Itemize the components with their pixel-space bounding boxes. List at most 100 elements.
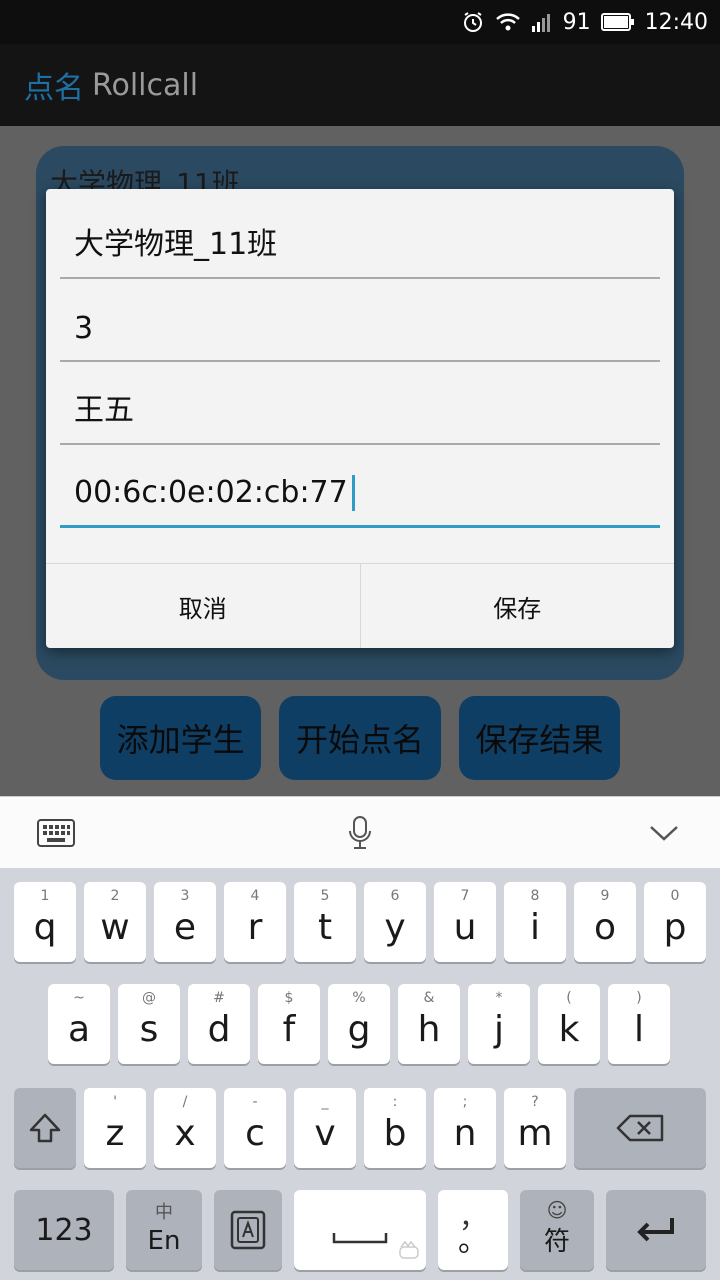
mac-address-field[interactable]: 00:6c:0e:02:cb:77 [60, 456, 660, 528]
student-name-field[interactable]: 王五 [60, 373, 660, 445]
cancel-button[interactable]: 取消 [46, 564, 360, 648]
symbols-key[interactable]: ☺ 符 [520, 1190, 594, 1270]
shift-key[interactable] [14, 1088, 76, 1168]
key-label: l [633, 1009, 644, 1050]
key-x[interactable]: / x [154, 1088, 216, 1168]
key-hint: 4 [250, 888, 260, 904]
microphone-icon[interactable] [340, 813, 380, 853]
status-bar: 91 12:40 [0, 0, 720, 44]
app-bar: 点名 Rollcall [0, 44, 720, 126]
key-hint: ; [462, 1094, 468, 1110]
save-results-button[interactable]: 保存结果 [458, 696, 620, 780]
wifi-icon [495, 11, 521, 33]
language-key[interactable]: 中 En [126, 1190, 202, 1270]
key-w[interactable]: 2w [84, 882, 146, 962]
key-h[interactable]: & h [398, 984, 460, 1064]
key-label: c [245, 1113, 265, 1154]
key-hint: # [213, 990, 225, 1006]
key-label: p [663, 907, 687, 948]
key-u[interactable]: 7u [434, 882, 496, 962]
punctuation-key[interactable]: ， 。 [438, 1190, 508, 1270]
key-g[interactable]: % g [328, 984, 390, 1064]
key-hint: @ [142, 990, 156, 1006]
key-label: t [317, 907, 333, 948]
key-label: r [247, 907, 263, 948]
key-i[interactable]: 8i [504, 882, 566, 962]
student-name-value: 王五 [74, 393, 134, 428]
numbers-key[interactable]: 123 [14, 1190, 114, 1270]
key-hint: ( [566, 990, 572, 1006]
dialog-buttons: 取消 保存 [46, 563, 674, 648]
key-hint: 1 [40, 888, 50, 904]
key-hint: _ [321, 1094, 329, 1110]
key-hint: 7 [460, 888, 470, 904]
student-number-field[interactable]: 3 [60, 290, 660, 362]
key-label: m [517, 1113, 553, 1154]
key-y[interactable]: 6y [364, 882, 426, 962]
key-f[interactable]: $ f [258, 984, 320, 1064]
battery-icon [600, 13, 635, 31]
key-label: j [493, 1009, 504, 1050]
key-m[interactable]: ? m [504, 1088, 566, 1168]
key-label: u [453, 907, 477, 948]
add-student-button[interactable]: 添加学生 [100, 696, 262, 780]
save-button[interactable]: 保存 [359, 564, 675, 648]
key-n[interactable]: ; n [434, 1088, 496, 1168]
backspace-key[interactable] [574, 1088, 706, 1168]
key-hint: 3 [180, 888, 190, 904]
mac-address-text: 00:6c:0e:02:cb:77 [74, 475, 355, 511]
space-key[interactable] [294, 1190, 426, 1270]
key-hint: * [495, 990, 503, 1006]
key-label: g [347, 1009, 371, 1050]
key-o[interactable]: 9o [574, 882, 636, 962]
enter-key[interactable] [606, 1190, 706, 1270]
key-d[interactable]: # d [188, 984, 250, 1064]
enter-icon [634, 1214, 678, 1250]
key-label: o [593, 907, 617, 948]
key-p[interactable]: 0p [644, 882, 706, 962]
key-q[interactable]: 1q [14, 882, 76, 962]
key-v[interactable]: _ v [294, 1088, 356, 1168]
key-label: h [417, 1009, 441, 1050]
key-label: k [558, 1009, 580, 1050]
key-t[interactable]: 5t [294, 882, 356, 962]
class-name-field[interactable]: 大学物理_11班 [60, 207, 660, 279]
key-hint: & [423, 990, 435, 1006]
key-j[interactable]: * j [468, 984, 530, 1064]
key-k[interactable]: (k [538, 984, 600, 1064]
key-l[interactable]: ) l [608, 984, 670, 1064]
signal-icon [531, 12, 553, 32]
input-mode-key[interactable] [214, 1190, 282, 1270]
key-s[interactable]: @ s [118, 984, 180, 1064]
key-label: z [105, 1113, 125, 1154]
key-label: 123 [35, 1213, 93, 1248]
chevron-down-icon[interactable] [644, 813, 684, 853]
key-c[interactable]: -c [224, 1088, 286, 1168]
key-e[interactable]: 3e [154, 882, 216, 962]
keyboard-toolbar [0, 796, 720, 868]
key-hint: 9 [600, 888, 610, 904]
battery-level: 91 [562, 9, 591, 35]
key-hint: $ [284, 990, 294, 1006]
key-hint: 2 [110, 888, 120, 904]
key-hint: ) [636, 990, 642, 1006]
text-cursor [351, 475, 355, 511]
start-rollcall-button[interactable]: 开始点名 [279, 696, 441, 780]
key-b[interactable]: :b [364, 1088, 426, 1168]
key-label: v [314, 1113, 336, 1154]
edit-student-dialog: 大学物理_11班 3 王五 00:6c:0e:02:cb:77 取消 保存 [46, 189, 674, 648]
key-a[interactable]: ~ a [48, 984, 110, 1064]
app-title-cn: 点名 [24, 71, 84, 106]
key-hint: % [352, 990, 366, 1006]
key-label: y [384, 907, 406, 948]
key-hint: 中 [155, 1202, 173, 1223]
key-z[interactable]: ' z [84, 1088, 146, 1168]
clock: 12:40 [644, 9, 708, 35]
keyboard-icon[interactable] [36, 813, 76, 853]
key-label: i [529, 907, 540, 948]
shift-icon [28, 1112, 62, 1148]
key-hint: ' [113, 1094, 117, 1110]
key-label: e [173, 907, 197, 948]
key-hint: ? [531, 1094, 539, 1110]
key-r[interactable]: 4r [224, 882, 286, 962]
